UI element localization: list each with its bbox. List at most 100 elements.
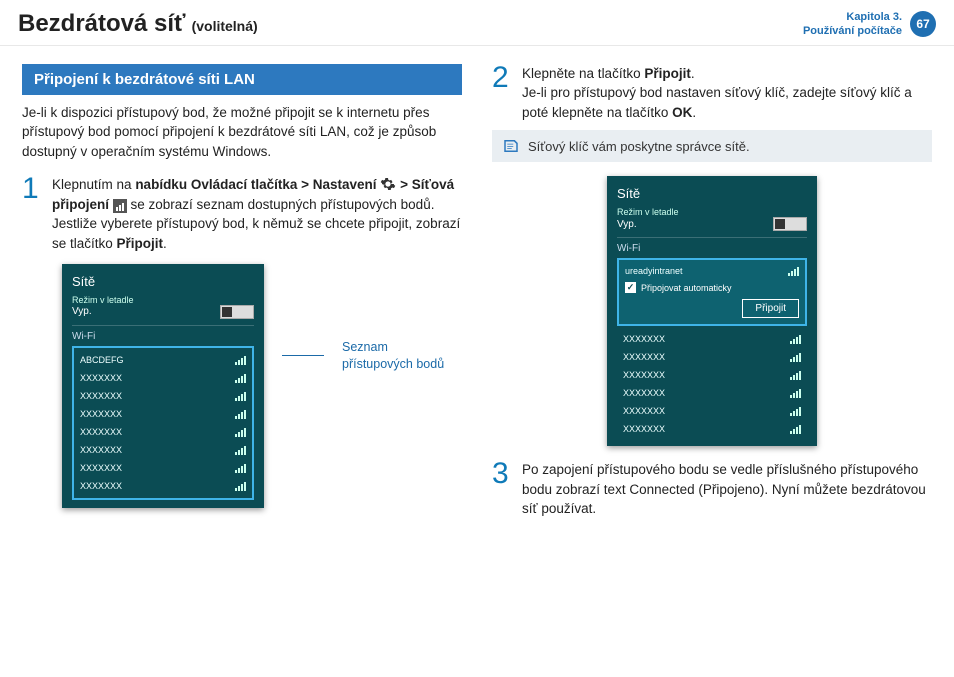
airplane-mode-state: Vyp. bbox=[72, 306, 92, 317]
callout-line bbox=[282, 355, 324, 356]
wifi-item[interactable]: XXXXXXX bbox=[621, 402, 803, 420]
signal-icon bbox=[790, 406, 801, 416]
wifi-item[interactable]: XXXXXXX bbox=[621, 420, 803, 438]
wifi-name: XXXXXXX bbox=[80, 481, 122, 491]
wifi-item[interactable]: XXXXXXX bbox=[78, 405, 248, 423]
wifi-item[interactable]: XXXXXXX bbox=[78, 441, 248, 459]
wifi-item-selected[interactable]: ureadyintranet bbox=[625, 264, 799, 278]
wifi-name: XXXXXXX bbox=[623, 388, 665, 398]
signal-icon bbox=[235, 445, 246, 455]
checkbox-icon[interactable]: ✓ bbox=[625, 282, 636, 293]
wifi-name: XXXXXXX bbox=[623, 406, 665, 416]
signal-icon bbox=[235, 373, 246, 383]
step-2: 2 Klepněte na tlačítko Připojit. Je-li p… bbox=[492, 64, 932, 123]
wifi-name: XXXXXXX bbox=[80, 427, 122, 437]
signal-icon bbox=[235, 463, 246, 473]
networks-panel: Sítě Režim v letadle Vyp. Wi-Fi ABCDEFG … bbox=[62, 264, 264, 508]
wifi-item[interactable]: XXXXXXX bbox=[78, 387, 248, 405]
signal-icon bbox=[790, 370, 801, 380]
panel-with-callout: Sítě Režim v letadle Vyp. Wi-Fi ABCDEFG … bbox=[62, 264, 462, 508]
wifi-list: XXXXXXX XXXXXXX XXXXXXX XXXXXXX XXXXXXX … bbox=[617, 330, 807, 438]
text: Klepnutím na bbox=[52, 177, 135, 192]
page-number-badge: 67 bbox=[910, 11, 936, 37]
auto-connect-label: Připojovat automaticky bbox=[641, 283, 732, 293]
page-header: Bezdrátová síť (volitelná) Kapitola 3. P… bbox=[0, 0, 954, 46]
intro-text: Je-li k dispozici přístupový bod, že mož… bbox=[22, 103, 462, 162]
right-column: 2 Klepněte na tlačítko Připojit. Je-li p… bbox=[492, 64, 932, 527]
signal-icon bbox=[235, 481, 246, 491]
wifi-list-highlighted: ABCDEFG XXXXXXX XXXXXXX XXXXXXX XXXXXXX … bbox=[72, 346, 254, 500]
wifi-item[interactable]: XXXXXXX bbox=[78, 369, 248, 387]
chapter-line2: Používání počítače bbox=[803, 24, 902, 38]
signal-icon bbox=[788, 266, 799, 276]
text: Klepněte na tlačítko bbox=[522, 66, 644, 81]
text: . bbox=[691, 66, 695, 81]
step-body: Po zapojení přístupového bodu se vedle p… bbox=[522, 460, 932, 519]
step-body: Klepnutím na nabídku Ovládací tlačítka >… bbox=[52, 175, 462, 253]
chapter-meta: Kapitola 3. Používání počítače bbox=[803, 10, 902, 39]
signal-icon bbox=[790, 388, 801, 398]
wifi-section-label: Wi-Fi bbox=[72, 325, 254, 342]
wifi-name: XXXXXXX bbox=[80, 445, 122, 455]
text: . bbox=[163, 236, 167, 251]
signal-icon bbox=[235, 427, 246, 437]
step-number: 3 bbox=[492, 460, 514, 519]
signal-icon bbox=[235, 409, 246, 419]
signal-icon bbox=[790, 334, 801, 344]
wifi-section-label: Wi-Fi bbox=[617, 237, 807, 254]
left-column: Připojení k bezdrátové síti LAN Je-li k … bbox=[22, 64, 462, 527]
wifi-name: XXXXXXX bbox=[80, 463, 122, 473]
step-number: 1 bbox=[22, 175, 44, 253]
bold: Připojit bbox=[117, 236, 164, 251]
airplane-mode-label: Režim v letadle bbox=[72, 295, 254, 305]
signal-icon bbox=[235, 391, 246, 401]
signal-icon bbox=[235, 355, 246, 365]
note-text: Síťový klíč vám poskytne správce sítě. bbox=[528, 139, 750, 154]
wifi-item[interactable]: XXXXXXX bbox=[621, 384, 803, 402]
step-body: Klepněte na tlačítko Připojit. Je-li pro… bbox=[522, 64, 932, 123]
bold: Připojit bbox=[644, 66, 691, 81]
wifi-name: XXXXXXX bbox=[80, 391, 122, 401]
note-box: Síťový klíč vám poskytne správce sítě. bbox=[492, 130, 932, 162]
wifi-name: ureadyintranet bbox=[625, 266, 683, 276]
panel-wrap: Sítě Režim v letadle Vyp. Wi-Fi ureadyin… bbox=[492, 176, 932, 446]
auto-connect-row[interactable]: ✓ Připojovat automaticky bbox=[625, 282, 799, 293]
wifi-name: XXXXXXX bbox=[80, 409, 122, 419]
airplane-mode-state: Vyp. bbox=[617, 219, 637, 230]
wifi-item[interactable]: ABCDEFG bbox=[78, 351, 248, 369]
page-subtitle: (volitelná) bbox=[192, 18, 258, 34]
wifi-name: XXXXXXX bbox=[80, 373, 122, 383]
airplane-toggle[interactable] bbox=[773, 217, 807, 231]
bold: OK bbox=[672, 105, 692, 120]
chapter-line1: Kapitola 3. bbox=[803, 10, 902, 24]
note-icon bbox=[502, 137, 520, 155]
text: . bbox=[692, 105, 696, 120]
panel-title: Sítě bbox=[72, 274, 254, 289]
step-number: 2 bbox=[492, 64, 514, 123]
wifi-name: XXXXXXX bbox=[623, 370, 665, 380]
airplane-toggle[interactable] bbox=[220, 305, 254, 319]
wifi-item[interactable]: XXXXXXX bbox=[78, 459, 248, 477]
wifi-name: XXXXXXX bbox=[623, 352, 665, 362]
wifi-name: XXXXXXX bbox=[623, 334, 665, 344]
wifi-item[interactable]: XXXXXXX bbox=[78, 477, 248, 495]
signal-icon bbox=[790, 424, 801, 434]
wifi-selected-block: ureadyintranet ✓ Připojovat automaticky … bbox=[617, 258, 807, 326]
wifi-name: ABCDEFG bbox=[80, 355, 124, 365]
header-right: Kapitola 3. Používání počítače 67 bbox=[803, 10, 936, 39]
title-group: Bezdrátová síť (volitelná) bbox=[18, 10, 258, 38]
wifi-item[interactable]: XXXXXXX bbox=[621, 330, 803, 348]
airplane-mode-label: Režim v letadle bbox=[617, 207, 807, 217]
bold: nabídku Ovládací tlačítka > Nastavení bbox=[135, 177, 376, 192]
networks-panel-connect: Sítě Režim v letadle Vyp. Wi-Fi ureadyin… bbox=[607, 176, 817, 446]
wifi-item[interactable]: XXXXXXX bbox=[621, 348, 803, 366]
step-1: 1 Klepnutím na nabídku Ovládací tlačítka… bbox=[22, 175, 462, 253]
page-title: Bezdrátová síť bbox=[18, 10, 186, 38]
wifi-name: XXXXXXX bbox=[623, 424, 665, 434]
section-title: Připojení k bezdrátové síti LAN bbox=[22, 64, 462, 95]
wifi-item[interactable]: XXXXXXX bbox=[78, 423, 248, 441]
wifi-item[interactable]: XXXXXXX bbox=[621, 366, 803, 384]
signal-icon bbox=[113, 199, 127, 213]
callout-label: Seznam přístupových bodů bbox=[342, 339, 462, 372]
connect-button[interactable]: Připojit bbox=[742, 299, 799, 318]
